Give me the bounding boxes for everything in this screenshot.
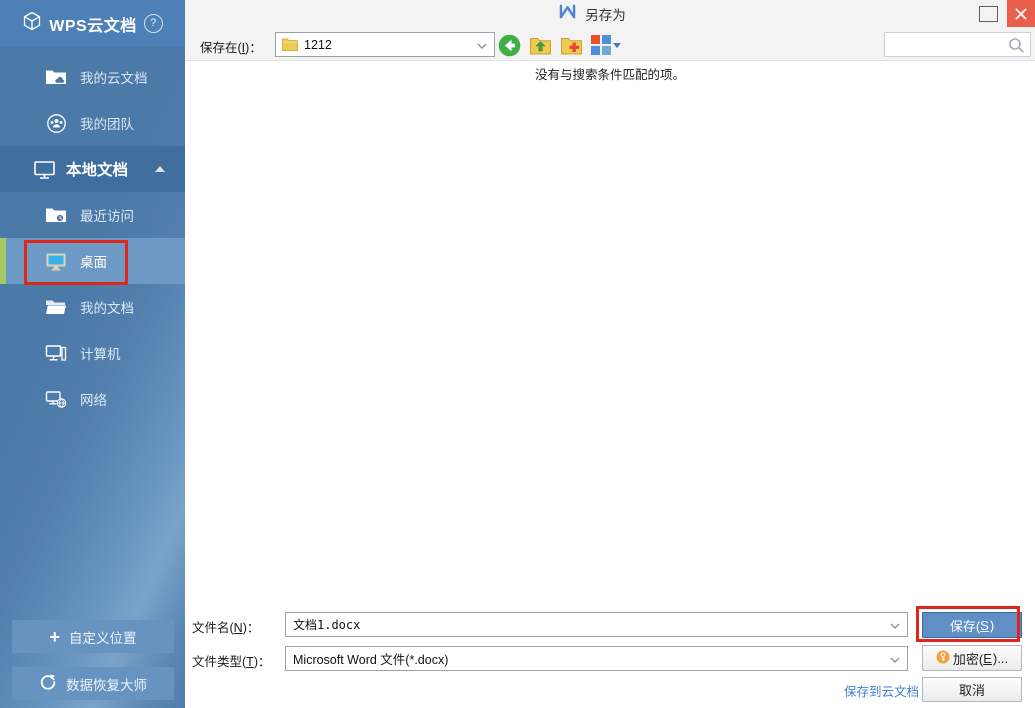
- filetype-combobox[interactable]: Microsoft Word 文件(*.docx): [285, 646, 908, 671]
- wps-writer-logo-icon: [558, 4, 577, 24]
- search-icon[interactable]: [1008, 37, 1025, 59]
- back-icon[interactable]: [498, 34, 521, 57]
- location-dropdown[interactable]: 1212: [275, 32, 495, 57]
- key-lock-icon: [936, 650, 950, 667]
- filetype-value: Microsoft Word 文件(*.docx): [293, 649, 448, 668]
- close-button[interactable]: [1007, 0, 1035, 27]
- help-icon[interactable]: ?: [144, 14, 163, 33]
- sidebar-item-label: 桌面: [80, 251, 107, 271]
- recent-folder-icon: [44, 207, 68, 223]
- custom-location-label: 自定义位置: [69, 627, 137, 647]
- empty-state-message: 没有与搜索条件匹配的项。: [185, 64, 1035, 83]
- search-input[interactable]: [889, 34, 1011, 57]
- filetype-label: 文件类型(T)：: [192, 651, 270, 670]
- filename-combobox[interactable]: 文档1.docx: [285, 612, 908, 637]
- sidebar-item-label: 我的云文档: [80, 67, 148, 87]
- view-options-icon[interactable]: [591, 35, 621, 55]
- custom-location-button[interactable]: + 自定义位置: [12, 620, 174, 653]
- dialog-title: 另存为: [585, 4, 626, 24]
- button-post: )...: [993, 651, 1008, 666]
- label-pre: 文件类型(: [192, 655, 246, 669]
- chevron-down-icon[interactable]: [477, 36, 487, 54]
- label-pre: 文件名(: [192, 621, 234, 635]
- search-box: [884, 32, 1031, 57]
- sidebar-section-label: 本地文档: [66, 158, 128, 180]
- folder-up-icon[interactable]: [529, 35, 552, 55]
- sidebar-item-my-team[interactable]: 我的团队: [0, 100, 185, 146]
- plus-icon: +: [49, 628, 60, 646]
- filename-label: 文件名(N)：: [192, 617, 259, 636]
- titlebar: 另存为: [167, 0, 1017, 28]
- data-recovery-label: 数据恢复大师: [66, 674, 147, 694]
- sidebar-item-recent[interactable]: 最近访问: [0, 192, 185, 238]
- sidebar-item-computer[interactable]: 计算机: [0, 330, 185, 376]
- caret-down-icon: [613, 43, 621, 48]
- sidebar-item-label: 我的文档: [80, 297, 134, 317]
- main-panel: 另存为 保存在(I)： 1212: [185, 0, 1035, 708]
- network-icon: [44, 390, 68, 408]
- cancel-button[interactable]: 取消: [922, 677, 1022, 702]
- sidebar-title: WPS云文档: [49, 12, 136, 36]
- folder-toolbar: [498, 32, 621, 58]
- sidebar-item-network[interactable]: 网络: [0, 376, 185, 422]
- filename-value: 文档1.docx: [293, 616, 360, 633]
- save-to-cloud-link[interactable]: 保存到云文档: [844, 681, 919, 700]
- button-mnemonic: S: [980, 618, 989, 633]
- maximize-button[interactable]: [979, 6, 998, 22]
- button-post: ): [990, 618, 994, 633]
- label-mnemonic: T: [246, 655, 254, 669]
- desktop-icon: [44, 252, 68, 271]
- data-recovery-button[interactable]: 数据恢复大师: [12, 667, 174, 700]
- label-post: )：: [245, 41, 262, 55]
- save-button[interactable]: 保存(S): [922, 612, 1022, 638]
- wps-cube-logo-icon: [22, 11, 42, 36]
- chevron-down-icon[interactable]: [890, 616, 900, 634]
- folder-icon: [282, 38, 298, 51]
- button-pre: 保存(: [950, 616, 980, 635]
- sidebar-item-label: 最近访问: [80, 205, 134, 225]
- label-pre: 保存在(: [200, 41, 242, 55]
- sidebar-item-my-cloud-docs[interactable]: 我的云文档: [0, 54, 185, 100]
- sidebar-item-label: 我的团队: [80, 113, 134, 133]
- sidebar-section-local-docs[interactable]: 本地文档: [0, 146, 185, 192]
- save-in-label: 保存在(I)：: [200, 37, 262, 56]
- team-icon: [44, 113, 68, 134]
- button-mnemonic: E: [983, 651, 992, 666]
- restore-arrow-icon: [39, 673, 57, 694]
- sidebar-item-desktop[interactable]: 桌面: [0, 238, 185, 284]
- label-post: )：: [254, 655, 271, 669]
- documents-folder-icon: [44, 299, 68, 315]
- label-mnemonic: N: [234, 621, 243, 635]
- button-pre: 加密(: [953, 649, 983, 668]
- encrypt-button[interactable]: 加密(E)...: [922, 645, 1022, 671]
- sidebar: WPS云文档 ? 我的云文档 我的团队 本地文档 最近: [0, 0, 185, 708]
- sidebar-item-label: 计算机: [80, 343, 121, 363]
- sidebar-item-my-documents[interactable]: 我的文档: [0, 284, 185, 330]
- computer-icon: [44, 344, 68, 362]
- chevron-down-icon[interactable]: [890, 650, 900, 668]
- location-value: 1212: [304, 38, 332, 52]
- monitor-icon: [32, 160, 56, 179]
- label-post: )：: [243, 621, 260, 635]
- new-folder-icon[interactable]: [560, 35, 583, 55]
- sidebar-item-label: 网络: [80, 389, 107, 409]
- window-chrome: 另存为 保存在(I)： 1212: [185, 0, 1035, 61]
- sidebar-header: WPS云文档 ?: [0, 0, 185, 47]
- close-icon: [1015, 8, 1027, 20]
- cloud-folder-icon: [44, 69, 68, 85]
- collapse-arrow-icon[interactable]: [155, 166, 165, 172]
- save-as-dialog: WPS云文档 ? 我的云文档 我的团队 本地文档 最近: [0, 0, 1035, 708]
